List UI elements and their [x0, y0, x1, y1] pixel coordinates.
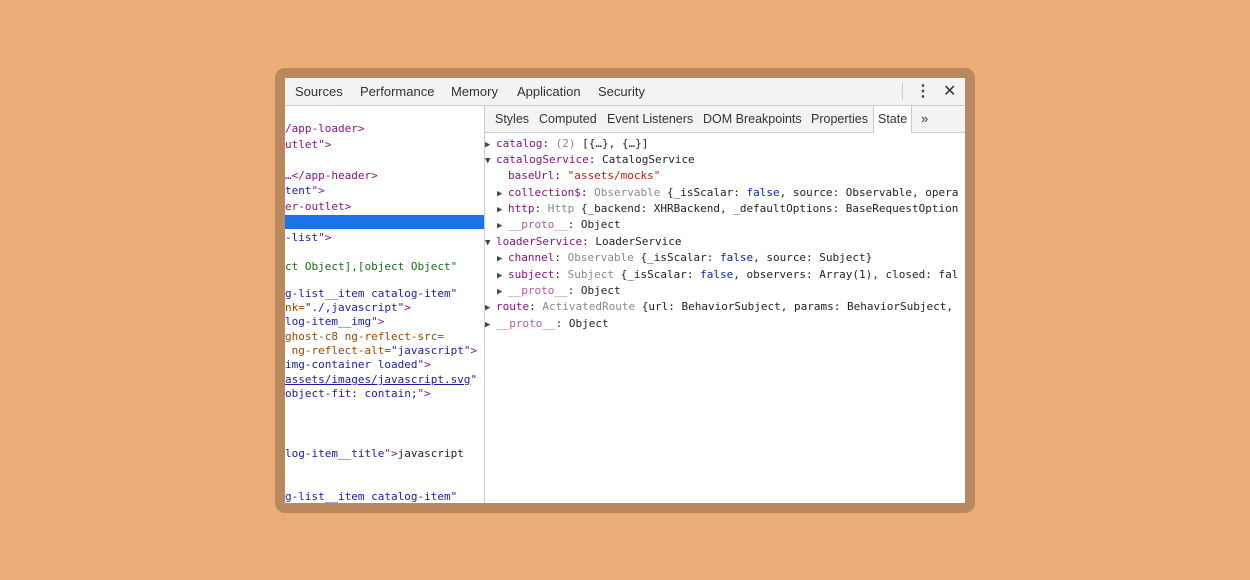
dom-line[interactable]: nk="./,javascript">	[285, 300, 411, 315]
dom-line[interactable]: tent">	[285, 183, 325, 198]
state-row-channel[interactable]: ▶ channel: Observable {_isScalar: false, …	[497, 250, 872, 266]
state-row-catalog[interactable]: ▶ catalog: (2) [{…}, {…}]	[485, 136, 648, 152]
tab-security[interactable]: Security	[598, 78, 645, 105]
dom-line[interactable]: log-item__title">javascript	[285, 446, 464, 461]
state-row-proto[interactable]: ▶ __proto__: Object	[497, 217, 621, 233]
expand-arrow-icon[interactable]: ▶	[497, 284, 508, 300]
expand-arrow-icon[interactable]: ▶	[497, 251, 508, 267]
dom-line[interactable]: object-fit: contain;">	[285, 386, 431, 401]
dom-line[interactable]: log-item__img">	[285, 314, 384, 329]
expand-arrow-icon[interactable]: ▶	[497, 268, 508, 284]
toolbar-divider	[902, 83, 903, 100]
tab-memory[interactable]: Memory	[451, 78, 498, 105]
dom-line[interactable]: ghost-c8 ng-reflect-src=	[285, 329, 444, 344]
tab-dom-breakpoints[interactable]: DOM Breakpoints	[703, 106, 802, 132]
state-row-proto[interactable]: ▶ __proto__: Object	[497, 283, 621, 299]
sidebar-tabs: Styles Computed Event Listeners DOM Brea…	[485, 106, 965, 133]
dom-line[interactable]: er-outlet>	[285, 199, 351, 214]
expand-arrow-icon[interactable]: ▶	[485, 317, 496, 333]
state-row-subject[interactable]: ▶ subject: Subject {_isScalar: false, obs…	[497, 267, 958, 283]
state-row-collection[interactable]: ▶ collection$: Observable {_isScalar: fal…	[497, 185, 958, 201]
dom-line[interactable]: g-list__item catalog-item"	[285, 286, 457, 301]
collapse-arrow-icon[interactable]: ▼	[485, 235, 496, 251]
dom-line[interactable]: /app-loader>	[285, 121, 364, 136]
tab-properties[interactable]: Properties	[811, 106, 868, 132]
tab-computed[interactable]: Computed	[539, 106, 597, 132]
expand-arrow-icon[interactable]: ▶	[497, 202, 508, 218]
more-options-icon[interactable]: ⋮	[915, 78, 931, 105]
state-row-base-url: baseUrl: "assets/mocks"	[508, 169, 661, 182]
dom-line[interactable]: -list">	[285, 230, 331, 245]
elements-panel: /app-loader> utlet"> …</app-header> tent…	[285, 106, 485, 503]
state-row-proto[interactable]: ▶ __proto__: Object	[485, 316, 609, 332]
dom-line[interactable]: ct Object],[object Object"	[285, 259, 457, 274]
state-row-loader-service[interactable]: ▼ loaderService: LoaderService	[485, 234, 681, 250]
asset-link[interactable]: assets/images/javascript.svg	[285, 373, 470, 386]
more-tabs-icon[interactable]: »	[921, 106, 928, 132]
expand-arrow-icon[interactable]: ▶	[485, 300, 496, 316]
state-row-http[interactable]: ▶ http: Http {_backend: XHRBackend, _defa…	[497, 201, 958, 217]
dom-line[interactable]: g-list__item catalog-item"	[285, 489, 457, 503]
close-icon[interactable]: ✕	[943, 78, 956, 105]
dom-line[interactable]: …</app-header>	[285, 168, 378, 183]
devtools-window: Sources Performance Memory Application S…	[285, 78, 965, 503]
dom-line[interactable]: assets/images/javascript.svg"	[285, 372, 477, 387]
collapse-arrow-icon[interactable]: ▼	[485, 153, 496, 169]
tab-event-listeners[interactable]: Event Listeners	[607, 106, 693, 132]
expand-arrow-icon[interactable]: ▶	[497, 218, 508, 234]
state-row-catalog-service[interactable]: ▼ catalogService: CatalogService	[485, 152, 695, 168]
selected-dom-node[interactable]	[285, 215, 484, 229]
expand-arrow-icon[interactable]: ▶	[497, 186, 508, 202]
devtools-toolbar: Sources Performance Memory Application S…	[285, 78, 965, 106]
screenshot-frame: Sources Performance Memory Application S…	[275, 68, 975, 513]
tab-state[interactable]: State	[873, 106, 913, 133]
dom-line[interactable]: utlet">	[285, 137, 331, 152]
expand-arrow-icon[interactable]: ▶	[485, 137, 496, 153]
tab-application[interactable]: Application	[517, 78, 581, 105]
state-row-route[interactable]: ▶ route: ActivatedRoute {url: BehaviorSub…	[485, 299, 953, 315]
tab-performance[interactable]: Performance	[360, 78, 434, 105]
dom-line[interactable]: ng-reflect-alt="javascript">	[285, 343, 477, 358]
tab-styles[interactable]: Styles	[495, 106, 529, 132]
tab-sources[interactable]: Sources	[295, 78, 343, 105]
dom-line[interactable]: img-container loaded">	[285, 357, 431, 372]
state-panel: Styles Computed Event Listeners DOM Brea…	[485, 106, 965, 503]
